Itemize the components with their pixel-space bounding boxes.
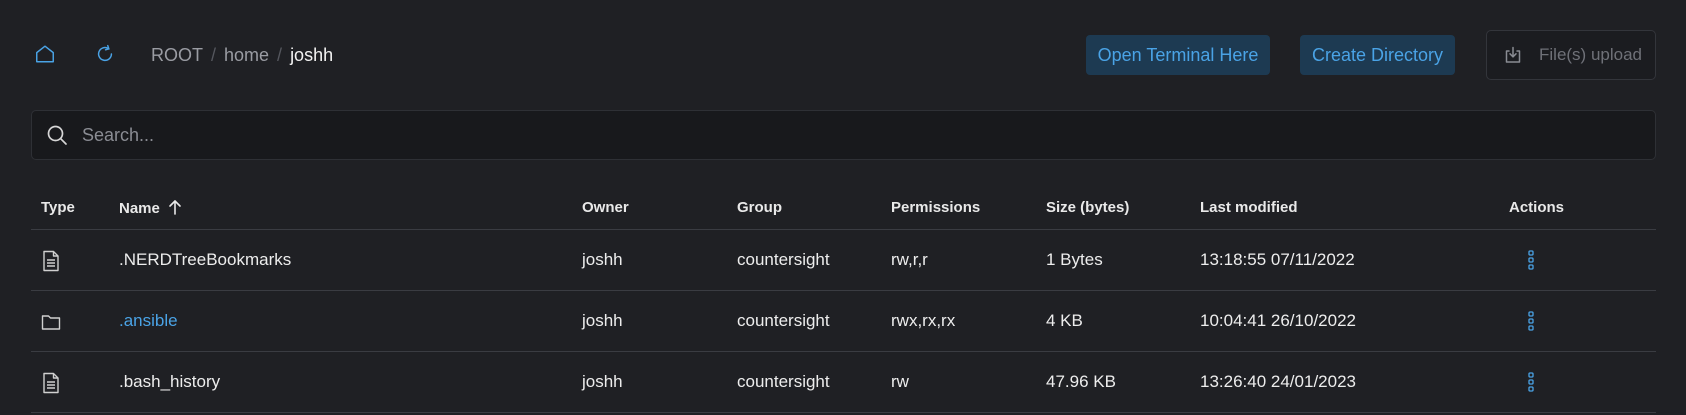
home-button[interactable] xyxy=(31,40,59,68)
header-owner[interactable]: Owner xyxy=(582,199,629,216)
file-icon xyxy=(41,250,61,272)
upload-icon xyxy=(1503,45,1523,65)
file-icon xyxy=(41,372,61,394)
search-input[interactable] xyxy=(82,115,1655,155)
file-table: Type Name Owner Group Permissions Size (… xyxy=(31,186,1656,413)
file-last-modified: 13:18:55 07/11/2022 xyxy=(1200,250,1355,269)
file-permissions: rw,r,r xyxy=(891,250,928,269)
file-owner: joshh xyxy=(582,311,623,330)
file-size: 47.96 KB xyxy=(1046,372,1116,391)
folder-name-link[interactable]: .ansible xyxy=(119,311,178,331)
header-size[interactable]: Size (bytes) xyxy=(1046,199,1129,216)
file-browser: ROOT / home / joshh Open Terminal Here C… xyxy=(0,0,1686,415)
kebab-menu-icon xyxy=(1528,250,1534,270)
header-actions: Actions xyxy=(1509,199,1565,216)
home-icon xyxy=(36,45,54,63)
refresh-button[interactable] xyxy=(91,40,119,68)
table-row[interactable]: .bash_history joshh countersight rw 47.9… xyxy=(31,352,1656,413)
file-group: countersight xyxy=(737,372,830,391)
file-group: countersight xyxy=(737,250,830,269)
row-actions-button[interactable] xyxy=(1521,307,1541,335)
sort-ascending-icon xyxy=(168,199,182,219)
file-name[interactable]: .bash_history xyxy=(119,372,220,392)
header-last-modified[interactable]: Last modified xyxy=(1200,199,1298,216)
file-last-modified: 13:26:40 24/01/2023 xyxy=(1200,372,1356,391)
file-name[interactable]: .NERDTreeBookmarks xyxy=(119,250,291,270)
folder-icon xyxy=(41,311,61,333)
kebab-menu-icon xyxy=(1528,372,1534,392)
file-group: countersight xyxy=(737,311,830,330)
search-bar xyxy=(31,110,1656,160)
file-permissions: rwx,rx,rx xyxy=(891,311,956,330)
file-owner: joshh xyxy=(582,250,623,269)
refresh-icon xyxy=(97,44,113,62)
breadcrumb: ROOT / home / joshh xyxy=(151,43,333,67)
breadcrumb-separator: / xyxy=(211,44,217,65)
row-actions-button[interactable] xyxy=(1521,368,1541,396)
table-row[interactable]: .ansible joshh countersight rwx,rx,rx 4 … xyxy=(31,291,1656,352)
header-permissions[interactable]: Permissions xyxy=(891,199,980,216)
table-header: Type Name Owner Group Permissions Size (… xyxy=(31,186,1656,230)
header-type: Type xyxy=(41,199,75,216)
file-size: 1 Bytes xyxy=(1046,250,1103,269)
file-upload-button[interactable]: File(s) upload xyxy=(1486,30,1656,80)
breadcrumb-current: joshh xyxy=(290,44,334,65)
open-terminal-button[interactable]: Open Terminal Here xyxy=(1086,35,1270,75)
header-group[interactable]: Group xyxy=(737,199,782,216)
row-actions-button[interactable] xyxy=(1521,246,1541,274)
header-name[interactable]: Name xyxy=(119,199,182,219)
upload-label: File(s) upload xyxy=(1539,45,1642,64)
kebab-menu-icon xyxy=(1528,311,1534,331)
file-last-modified: 10:04:41 26/10/2022 xyxy=(1200,311,1356,330)
breadcrumb-separator: / xyxy=(277,44,283,65)
file-size: 4 KB xyxy=(1046,311,1083,330)
file-owner: joshh xyxy=(582,372,623,391)
header-name-label: Name xyxy=(119,200,160,217)
breadcrumb-root[interactable]: ROOT xyxy=(151,45,203,66)
toolbar: ROOT / home / joshh Open Terminal Here C… xyxy=(0,0,1686,100)
table-row[interactable]: .NERDTreeBookmarks joshh countersight rw… xyxy=(31,230,1656,291)
create-directory-button[interactable]: Create Directory xyxy=(1300,35,1455,75)
search-icon xyxy=(45,123,69,147)
breadcrumb-home[interactable]: home xyxy=(224,45,269,66)
file-permissions: rw xyxy=(891,372,909,391)
